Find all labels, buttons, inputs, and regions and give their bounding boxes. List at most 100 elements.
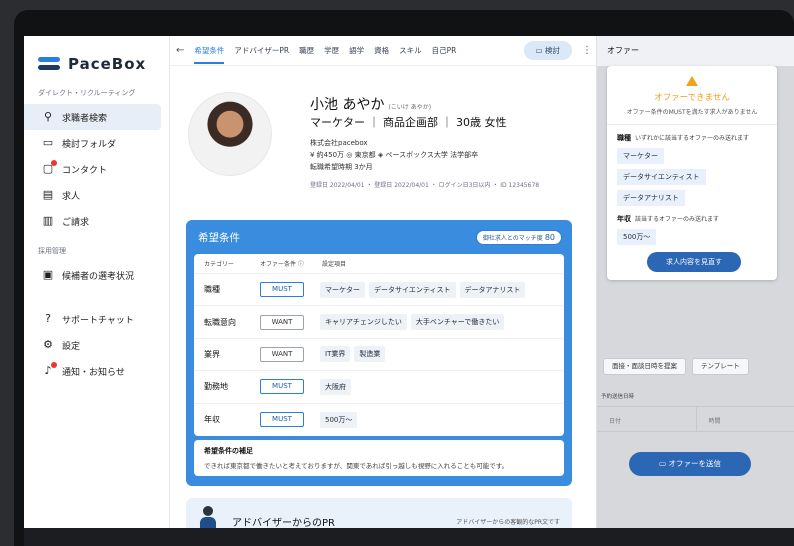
level-badge: MUST [260, 379, 304, 395]
header-setting: 設定項目 [322, 261, 347, 268]
preferences-panel: 希望条件 御社求人とのマッチ度 80 カテゴリー オファー条件 ⓘ 設定項目 職種… [186, 220, 572, 486]
sidebar-item-label: 候補者の選考状況 [62, 271, 135, 282]
main-content: ← 希望条件 アドバイザーPR 職歴 学歴 語学 資格 スキル 自己PR ▭ 検… [170, 36, 596, 546]
offer-action-buttons: 面接・面談日時を提案 テンプレート [603, 358, 749, 375]
more-menu-icon[interactable]: ⋮ [582, 45, 592, 56]
company: 株式会社pacebox [310, 139, 368, 147]
review-label: 検討 [545, 46, 560, 55]
contact-icon: ▢ [42, 160, 57, 175]
sidebar-item-jobs[interactable]: ▤ 求人 [24, 182, 161, 208]
level-badge: MUST [260, 412, 304, 428]
table-row: 業界 WANT IT業界 製造業 [194, 339, 564, 372]
time-field[interactable]: 時間 [697, 407, 794, 431]
name-kana: (こいけ あやか) [388, 104, 432, 111]
device-bottom-bar [24, 528, 794, 546]
review-folder-button[interactable]: ▭ 検討 [523, 41, 572, 60]
tab-advisor-pr[interactable]: アドバイザーPR [234, 45, 289, 56]
notification-dot [51, 362, 57, 368]
sidebar-item-settings[interactable]: ⚙ 設定 [24, 332, 161, 358]
sidebar-item-invoice[interactable]: ▥ ご請求 [24, 208, 161, 234]
sidebar-item-folder[interactable]: ▭ 検討フォルダ [24, 130, 161, 156]
row-category: 年収 [204, 415, 220, 425]
table-row: 職種 MUST マーケター データサイエンティスト データアナリスト [194, 274, 564, 307]
tab-education[interactable]: 学歴 [324, 45, 339, 56]
sidebar-item-label: 通知・お知らせ [62, 367, 125, 378]
warning-subtitle: オファー条件のMUSTを満たす求人がありません [626, 109, 758, 116]
person-search-icon: ⚲ [43, 110, 53, 123]
send-label: オファーを送信 [668, 459, 721, 468]
sidebar-item-search[interactable]: ⚲ 求職者検索 [24, 104, 161, 130]
template-button[interactable]: テンプレート [692, 358, 749, 375]
level-badge: WANT [260, 314, 304, 330]
profile-details: ¥ 約450万 ◎ 東京都 ◈ ペースボックス大学 法学部卒 [310, 151, 479, 159]
advisor-subtitle: アドバイザーからの客観的なPR文です [456, 519, 560, 526]
profile-footer: 登録日 2022/04/01 ・ 登録日 2022/04/01 ・ ログイン日3… [310, 182, 540, 189]
folder-icon: ▭ [535, 46, 545, 55]
sidebar-item-label: サポートチャット [62, 315, 134, 326]
bell-icon: ♪ [42, 362, 57, 377]
tab-preferences[interactable]: 希望条件 [194, 45, 225, 64]
condition-chip: キャリアチェンジしたい [320, 314, 407, 331]
sidebar-item-chat[interactable]: ? サポートチャット [24, 306, 161, 332]
salary-note: 該当するオファーのみ送れます [635, 216, 720, 223]
offer-unavailable-popup: オファーできません オファー条件のMUSTを満たす求人がありません 職種 いずれか… [607, 66, 777, 280]
table-row: 年収 MUST 500万〜 [194, 404, 564, 436]
condition-chip: IT業界 [320, 346, 351, 363]
tab-self-pr[interactable]: 自己PR [432, 45, 457, 56]
preferences-supplement: 希望条件の補足 できれば東京都で働きたいと考えておりますが、関東であれば引っ越し… [194, 440, 564, 476]
avatar [188, 92, 272, 176]
send-offer-button[interactable]: ▭ オファーを送信 [629, 452, 751, 476]
tab-certification[interactable]: 資格 [374, 45, 389, 56]
tab-bar: ← 希望条件 アドバイザーPR 職歴 学歴 語学 資格 スキル 自己PR ▭ 検… [170, 36, 596, 66]
sidebar-item-contact[interactable]: ▢ コンタクト [24, 156, 161, 182]
header-category: カテゴリー [204, 261, 235, 268]
row-category: 職種 [204, 285, 220, 295]
logo-text: PaceBox [68, 55, 147, 73]
table-row: 転職意向 WANT キャリアチェンジしたい 大手ベンチャーで働きたい [194, 306, 564, 339]
condition-chip: データアナリスト [459, 281, 526, 298]
notification-dot [51, 160, 57, 166]
profile-card: 小池 あやか (こいけ あやか) マーケター ｜ 商品企画部 ｜ 30歳 女性 株… [188, 80, 588, 200]
job-tag: データアナリスト [617, 190, 685, 206]
offer-title: オファー [607, 46, 639, 55]
logo[interactable]: PaceBox [24, 36, 169, 76]
tab-career[interactable]: 職歴 [299, 45, 314, 56]
logo-mark-icon [38, 57, 60, 71]
sidebar-item-notifications[interactable]: ♪ 通知・お知らせ [24, 358, 161, 384]
condition-chip: 製造業 [354, 346, 386, 363]
warning-icon [686, 76, 698, 86]
salary-tag: 500万〜 [617, 229, 657, 245]
job-note: いずれかに該当するオファーのみ送れます [635, 135, 750, 142]
tab-language[interactable]: 語学 [349, 45, 364, 56]
condition-chip: 500万〜 [320, 411, 358, 428]
app-screen: PaceBox ダイレクト・リクルーティング ⚲ 求職者検索 ▭ 検討フォルダ … [24, 36, 794, 546]
name-text: 小池 あやか [310, 97, 385, 113]
match-label: 御社求人とのマッチ度 [482, 234, 543, 242]
invoice-icon: ▥ [42, 214, 54, 227]
sidebar-item-label: 求人 [62, 191, 81, 202]
sidebar-item-candidates[interactable]: ▣ 候補者の選考状況 [24, 262, 161, 288]
row-category: 転職意向 [204, 317, 236, 327]
tab-skill[interactable]: スキル [399, 45, 422, 56]
job-requirement: 職種 いずれかに該当するオファーのみ送れます [607, 133, 777, 143]
review-job-button[interactable]: 求人内容を見直す [647, 252, 741, 272]
schedule-inputs: 日付 時間 [597, 406, 794, 432]
sidebar: PaceBox ダイレクト・リクルーティング ⚲ 求職者検索 ▭ 検討フォルダ … [24, 36, 170, 546]
job-tag: マーケター [617, 148, 664, 164]
schedule-label: 予約送信日時 [601, 394, 635, 400]
sidebar-item-label: 設定 [62, 341, 81, 352]
supplement-title: 希望条件の補足 [204, 447, 253, 455]
propose-interview-button[interactable]: 面接・面談日時を提案 [603, 358, 686, 375]
sidebar-item-label: 求職者検索 [62, 113, 108, 124]
table-row: 勤務地 MUST 大阪府 [194, 371, 564, 404]
condition-chip: マーケター [320, 281, 365, 298]
back-arrow-icon[interactable]: ← [176, 45, 184, 56]
section-label-hiring: 採用管理 [38, 247, 66, 255]
supplement-body: できれば東京都で働きたいと考えておりますが、関東であれば引っ越しも視野に入れるこ… [204, 462, 509, 470]
match-badge: 御社求人とのマッチ度 80 [475, 229, 562, 245]
advisor-title: アドバイザーからのPR [232, 518, 335, 529]
candidate-name: 小池 あやか (こいけ あやか) [310, 94, 431, 114]
date-field[interactable]: 日付 [597, 407, 697, 431]
candidate-icon: ▣ [42, 268, 54, 281]
condition-chip: 大手ベンチャーで働きたい [410, 314, 505, 331]
